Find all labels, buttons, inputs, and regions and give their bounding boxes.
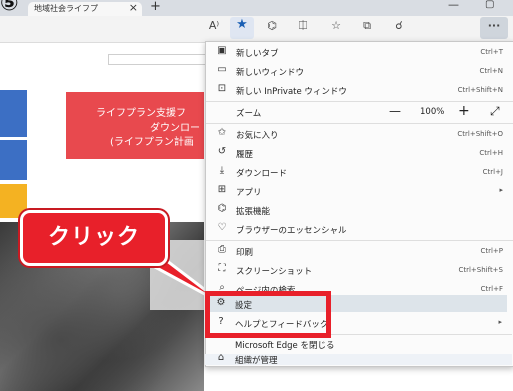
menu-item-browser-essentials[interactable]: ♡ ブラウザーのエッセンシャル: [206, 220, 513, 239]
menu-label: 新しいウィンドウ: [236, 68, 305, 78]
print-icon: ⎙: [218, 244, 226, 255]
menu-divider: [206, 123, 513, 124]
menu-item-history[interactable]: ↺ 履歴 Ctrl+H: [206, 144, 513, 163]
menu-shortcut: Ctrl+N: [479, 67, 503, 75]
menu-shortcut: Ctrl+Shift+S: [458, 266, 503, 274]
settings-highlight-box: [205, 291, 331, 338]
menu-label: 履歴: [236, 150, 254, 160]
read-aloud-icon[interactable]: A⁾: [204, 19, 224, 32]
menu-label: 拡張機能: [236, 207, 271, 217]
menu-shortcut: Ctrl+H: [479, 149, 503, 157]
menu-label: アプリ: [236, 188, 262, 198]
favorites-star-icon[interactable]: ★: [232, 17, 252, 32]
menu-shortcut: Ctrl+Shift+O: [457, 130, 503, 138]
menu-shortcut: Ctrl+Shift+N: [457, 86, 503, 94]
split-screen-icon[interactable]: ⎅: [293, 19, 313, 33]
organization-icon: ⌂: [217, 352, 225, 363]
menu-shortcut: Ctrl+P: [480, 247, 503, 255]
collections-icon[interactable]: ⧉: [357, 19, 377, 33]
extensions-icon[interactable]: ⌬: [262, 19, 282, 32]
submenu-arrow-icon: ▸: [499, 186, 503, 194]
menu-label: お気に入り: [236, 131, 279, 141]
menu-label: 新しい InPrivate ウィンドウ: [236, 87, 347, 97]
banner-line: ダウンロー: [150, 123, 200, 134]
more-icon[interactable]: ···: [484, 19, 504, 32]
minimize-button[interactable]: —: [448, 0, 459, 11]
banner-line: ライフプラン支援フ: [96, 108, 186, 119]
tab-close-icon[interactable]: ×: [129, 1, 138, 14]
menu-label: 印刷: [236, 248, 254, 258]
browser-tab[interactable]: 地域社会ライフプ ×: [28, 1, 142, 16]
menu-item-new-tab[interactable]: ▣ 新しいタブ Ctrl+T: [206, 43, 513, 62]
inprivate-icon: ⊡: [217, 83, 227, 94]
menu-item-inprivate[interactable]: ⊡ 新しい InPrivate ウィンドウ Ctrl+Shift+N: [206, 81, 513, 100]
menu-divider: [206, 101, 513, 102]
zoom-value: 100%: [420, 107, 445, 117]
new-window-icon: ▭: [217, 64, 227, 75]
menu-item-zoom: ズーム — 100% + ⤢: [206, 103, 513, 122]
menu-label: 組織が管理: [235, 356, 278, 366]
apps-icon: ⊞: [217, 184, 227, 195]
new-tab-icon: ▣: [217, 45, 227, 56]
page-search-box[interactable]: [108, 54, 206, 65]
history-icon: ↺: [217, 146, 227, 157]
menu-label: ズーム: [236, 109, 262, 119]
menu-label: 新しいタブ: [236, 49, 279, 59]
favorites-icon: ✩: [217, 127, 227, 138]
click-callout: クリック: [20, 210, 168, 266]
menu-item-new-window[interactable]: ▭ 新しいウィンドウ Ctrl+N: [206, 62, 513, 81]
zoom-in-button[interactable]: +: [458, 103, 470, 119]
zoom-out-button[interactable]: —: [389, 104, 401, 118]
copilot-icon[interactable]: ☌: [389, 19, 409, 32]
banner-line: (ライフプラン計画: [110, 137, 194, 148]
menu-item-screenshot[interactable]: ⛶ スクリーンショット Ctrl+Shift+S: [206, 261, 513, 280]
fullscreen-icon[interactable]: ⤢: [490, 104, 500, 119]
menu-divider: [206, 240, 513, 241]
menu-item-managed[interactable]: ⌂ 組織が管理: [205, 352, 512, 366]
menu-label: スクリーンショット: [236, 267, 313, 277]
blue-tile: [0, 90, 27, 137]
callout-text: クリック: [47, 225, 140, 250]
new-tab-button[interactable]: +: [150, 0, 161, 14]
menu-item-print[interactable]: ⎙ 印刷 Ctrl+P: [206, 242, 513, 261]
maximize-button[interactable]: ▢: [485, 0, 494, 10]
menu-shortcut: Ctrl+J: [482, 168, 503, 176]
favorites-bar-icon[interactable]: ☆: [326, 19, 346, 32]
menu-item-downloads[interactable]: ⤓ ダウンロード Ctrl+J: [206, 163, 513, 182]
menu-item-favorites[interactable]: ✩ お気に入り Ctrl+Shift+O: [206, 125, 513, 144]
menu-item-extensions[interactable]: ⌬ 拡張機能: [206, 201, 513, 220]
step-number: ⑤: [0, 0, 19, 16]
menu-label: ダウンロード: [236, 169, 288, 179]
menu-shortcut: Ctrl+T: [480, 48, 503, 56]
menu-label: Microsoft Edge を閉じる: [235, 341, 335, 351]
extensions-icon: ⌬: [217, 203, 227, 214]
menu-item-apps[interactable]: ⊞ アプリ ▸: [206, 182, 513, 201]
heart-icon: ♡: [217, 222, 227, 233]
tab-strip: ⑤ 地域社会ライフプ × + — ▢: [0, 0, 513, 16]
menu-label: ブラウザーのエッセンシャル: [236, 226, 347, 236]
screenshot-icon: ⛶: [218, 263, 226, 274]
browser-toolbar: A⁾ ★ ⌬ ⎅ ☆ ⧉ ☌ ···: [0, 16, 513, 43]
tab-title: 地域社会ライフプ: [34, 4, 98, 13]
download-icon: ⤓: [219, 165, 225, 176]
download-banner[interactable]: ライフプラン支援フ ダウンロー (ライフプラン計画: [66, 92, 204, 159]
submenu-arrow-icon: ▸: [498, 318, 502, 326]
blue-tile: [0, 140, 27, 180]
